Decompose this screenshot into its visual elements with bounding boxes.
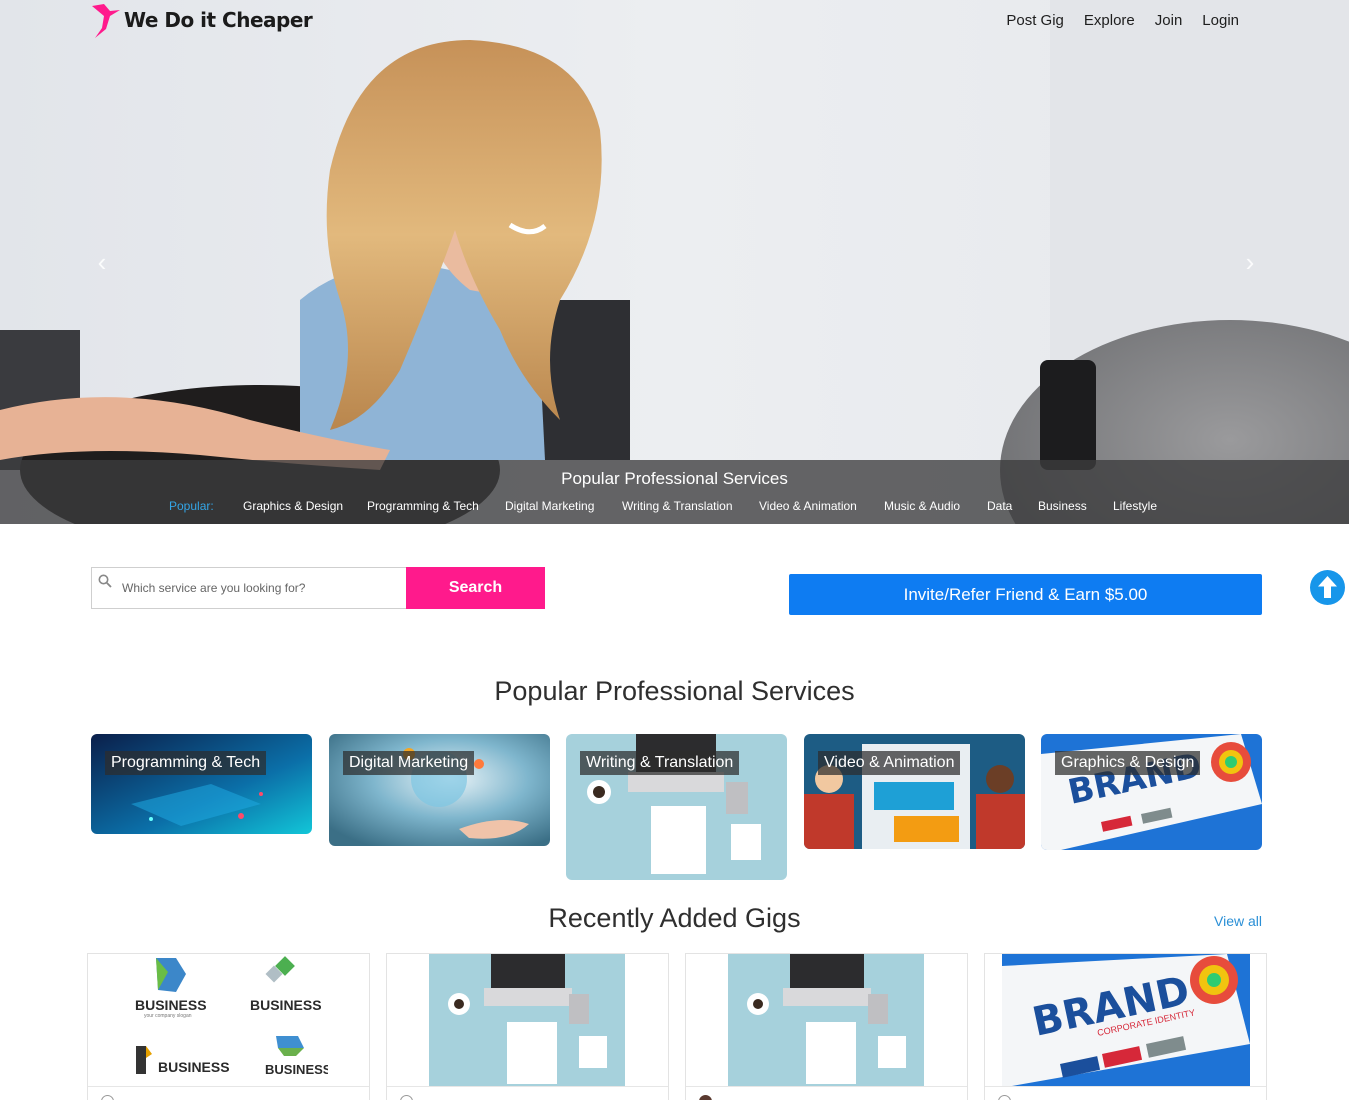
business-logo-text: BUSINESS [265,1062,328,1077]
gig-thumbnail [429,954,625,1086]
search-input[interactable] [122,568,402,608]
category-writing-translation[interactable]: Writing & Translation [622,499,759,513]
nav-explore[interactable]: Explore [1084,12,1135,29]
service-card-label: Programming & Tech [105,751,267,775]
gig-meta [88,1086,369,1100]
scroll-to-top-button[interactable] [1310,570,1345,605]
chevron-left-icon[interactable]: ‹ [90,248,114,276]
hero-category-links: Popular: Graphics & Design Programming &… [169,499,1173,513]
gig-meta [686,1086,967,1100]
service-card-video-animation[interactable]: Video & Animation [804,734,1025,849]
hummingbird-logo-icon [92,4,120,38]
search-button[interactable]: Search [406,567,545,609]
gig-meta [387,1086,668,1100]
programming-tech-image [91,734,312,834]
search-box [91,567,406,609]
arrow-up-icon [1318,576,1337,598]
hero-image [0,0,1349,524]
business-logo-text: BUSINESS [158,1059,230,1075]
nav-links: Post Gig Explore Join Login [1006,12,1239,29]
hero-bar-title: Popular Professional Services [561,469,788,488]
category-popular-label: Popular: [169,499,214,513]
top-navigation: We Do it Cheaper Post Gig Explore Join L… [0,0,1349,44]
service-card-label: Writing & Translation [580,751,740,775]
category-digital-marketing[interactable]: Digital Marketing [505,499,622,513]
avatar [101,1095,114,1100]
gig-thumbnail: BUSINESS your company slogan BUSINESS BU… [128,954,328,1086]
nav-post-gig[interactable]: Post Gig [1006,12,1064,29]
category-lifestyle[interactable]: Lifestyle [1113,499,1173,513]
gig-meta [985,1086,1266,1100]
business-slogan-text: your company slogan [144,1013,192,1019]
gig-card[interactable]: BRAND CORPORATE IDENTITY [984,953,1267,1100]
site-logo[interactable]: We Do it Cheaper [90,2,313,38]
service-card-label: Graphics & Design [1055,751,1201,775]
service-card-graphics-design[interactable]: BRAND Graphics & Design [1041,734,1262,850]
view-all-link[interactable]: View all [1214,913,1262,929]
business-logo-text: BUSINESS [135,997,207,1013]
gig-card[interactable] [386,953,669,1100]
invite-refer-button[interactable]: Invite/Refer Friend & Earn $5.00 [789,574,1262,615]
hero-carousel: We Do it Cheaper Post Gig Explore Join L… [0,0,1349,524]
service-card-digital-marketing[interactable]: Digital Marketing [329,734,550,846]
nav-join[interactable]: Join [1155,12,1183,29]
nav-login[interactable]: Login [1202,12,1239,29]
gig-card[interactable] [685,953,968,1100]
avatar [998,1095,1011,1100]
avatar [699,1095,712,1100]
chevron-right-icon[interactable]: › [1238,248,1262,276]
service-card-label: Digital Marketing [343,751,475,775]
recent-gigs-title: Recently Added Gigs [548,903,801,933]
category-video-animation[interactable]: Video & Animation [759,499,884,513]
hero-category-bar: Popular Professional Services Popular: G… [0,460,1349,524]
business-logo-text: BUSINESS [250,997,322,1013]
service-card-label: Video & Animation [818,751,961,775]
service-card-programming-tech[interactable]: Programming & Tech [91,734,312,834]
category-business[interactable]: Business [1038,499,1113,513]
service-card-writing-translation[interactable]: Writing & Translation [566,734,787,880]
gig-card[interactable]: BUSINESS your company slogan BUSINESS BU… [87,953,370,1100]
gig-thumbnail [728,954,924,1086]
category-data[interactable]: Data [987,499,1038,513]
category-music-audio[interactable]: Music & Audio [884,499,987,513]
logo-text: We Do it Cheaper [124,8,313,32]
category-programming-tech[interactable]: Programming & Tech [367,499,505,513]
avatar [400,1095,413,1100]
search-icon [98,574,112,588]
popular-services-title: Popular Professional Services [494,676,855,706]
category-graphics-design[interactable]: Graphics & Design [243,499,367,513]
gig-thumbnail: BRAND CORPORATE IDENTITY [1002,954,1250,1086]
